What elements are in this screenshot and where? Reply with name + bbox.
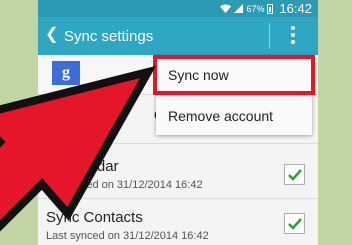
pointer-arrow-icon (0, 65, 157, 232)
